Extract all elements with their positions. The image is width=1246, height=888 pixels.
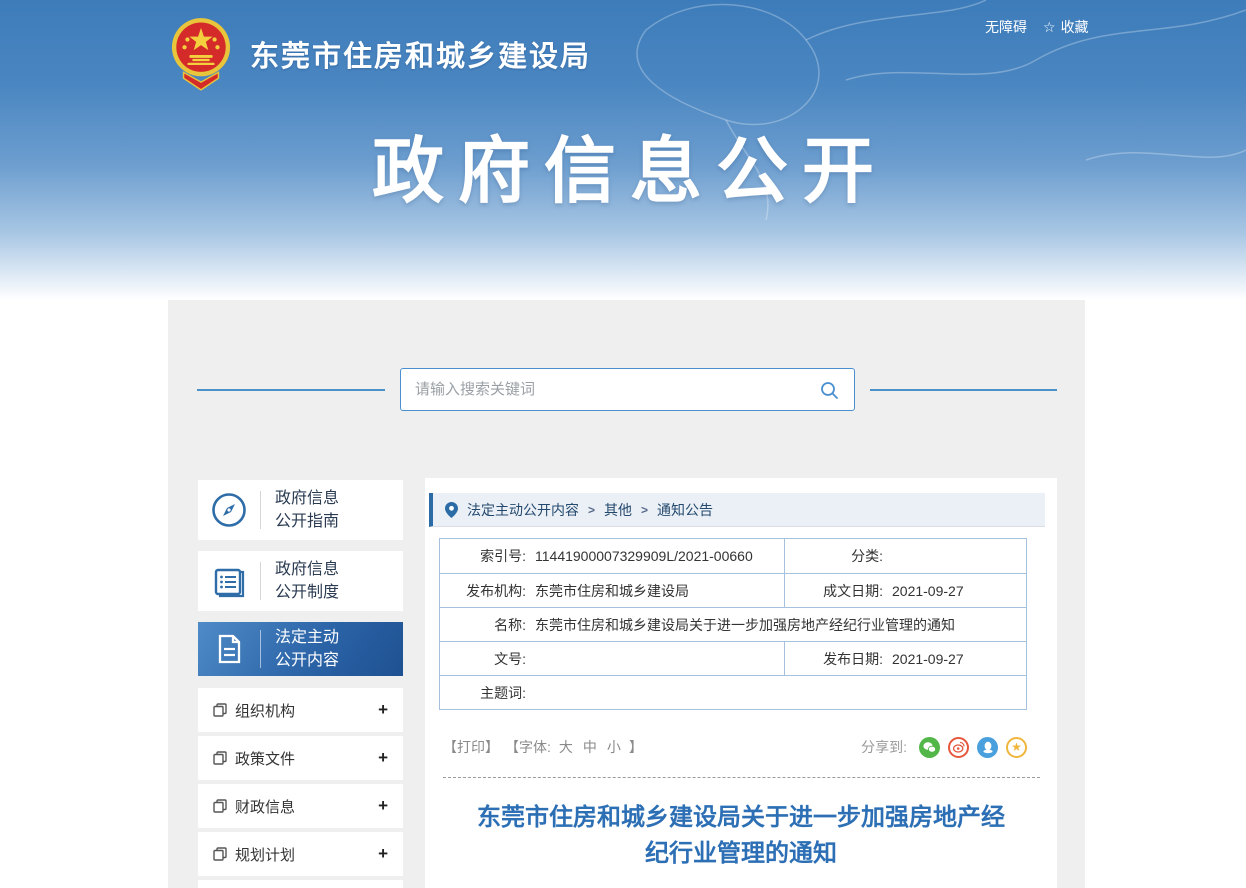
sidebar-item-disclosure-system[interactable]: 政府信息 公开制度 (198, 551, 403, 611)
search-divider-right (870, 389, 1057, 391)
index-number-value: 11441900007329909L/2021-00660 (535, 548, 753, 564)
site-title: 东莞市住房和城乡建设局 (250, 41, 592, 73)
share-label: 分享到: (861, 739, 907, 755)
subject-words-label: 主题词: (480, 684, 526, 701)
breadcrumb: 法定主动公开内容 > 其他 > 通知公告 (429, 493, 1045, 527)
banner-title: 政府信息公开 (371, 132, 888, 212)
sidebar-item-label: 公开指南 (275, 513, 340, 530)
pages-icon (213, 799, 227, 813)
page-header: 东莞市住房和城乡建设局 无障碍 ☆ 收藏 政府信息公开 (0, 0, 1246, 300)
sidebar-item-label: 政府信息 (275, 489, 340, 507)
sidebar-item-statutory-disclosure[interactable]: 法定主动 公开内容 (198, 622, 403, 676)
pages-icon (213, 847, 227, 861)
breadcrumb-item[interactable]: 其他 (604, 500, 632, 520)
divider (260, 491, 261, 529)
star-glyph: ★ (1011, 740, 1022, 754)
sidebar-item-label: 公开制度 (275, 584, 340, 601)
title-label: 名称: (494, 616, 526, 633)
breadcrumb-separator: > (641, 502, 649, 517)
header-utility-links: 无障碍 ☆ 收藏 (985, 17, 1089, 37)
sidebar-item-label: 公开内容 (275, 652, 340, 669)
search-input[interactable] (415, 381, 818, 398)
pages-icon (213, 703, 227, 717)
sidebar-item-policy-documents[interactable]: 政策文件 + (198, 736, 403, 780)
sidebar-item-clipped[interactable] (198, 880, 403, 888)
pages-icon (213, 751, 227, 765)
breadcrumb-item[interactable]: 法定主动公开内容 (467, 500, 579, 520)
sidebar-item-planning[interactable]: 规划计划 + (198, 832, 403, 876)
compass-icon (198, 491, 260, 529)
sidebar-sub-label: 规划计划 (235, 846, 296, 864)
national-emblem-logo (171, 18, 231, 91)
qzone-share-icon[interactable]: ★ (1006, 736, 1027, 758)
font-size-label: 【字体: (505, 739, 551, 755)
title-value: 东莞市住房和城乡建设局关于进一步加强房地产经纪行业管理的通知 (535, 616, 955, 633)
sidebar-sub-label: 政策文件 (235, 750, 296, 768)
table-row: 发布机构: 东莞市住房和城乡建设局 成文日期: 2021-09-27 (440, 573, 1026, 607)
location-pin-icon (445, 501, 458, 518)
doc-number-label: 文号: (494, 650, 526, 667)
font-size-label-close: 】 (628, 739, 643, 755)
divider (260, 630, 261, 668)
wechat-share-icon[interactable] (919, 736, 940, 758)
font-size-medium-button[interactable]: 中 (583, 737, 597, 757)
category-label: 分类: (851, 548, 883, 564)
table-row: 名称: 东莞市住房和城乡建设局关于进一步加强房地产经纪行业管理的通知 (440, 607, 1026, 641)
rules-book-icon (198, 562, 260, 600)
index-number-label: 索引号: (480, 548, 526, 564)
issuing-agency-value: 东莞市住房和城乡建设局 (535, 582, 689, 599)
divider (260, 562, 261, 600)
table-row: 索引号: 11441900007329909L/2021-00660 分类: (440, 539, 1026, 573)
search-icon[interactable] (818, 379, 840, 401)
favorite-star-icon: ☆ (1043, 18, 1056, 35)
favorite-link[interactable]: ☆ 收藏 (1043, 17, 1089, 37)
breadcrumb-item[interactable]: 通知公告 (657, 500, 713, 520)
dashed-divider (443, 777, 1040, 778)
article-title: 东莞市住房和城乡建设局关于进一步加强房地产经纪行业管理的通知 (477, 804, 1005, 867)
written-date-value: 2021-09-27 (892, 582, 964, 599)
qq-share-icon[interactable] (977, 736, 998, 758)
publish-date-value: 2021-09-27 (892, 650, 964, 667)
font-size-large-button[interactable]: 大 (559, 737, 573, 757)
sidebar-item-fiscal-info[interactable]: 财政信息 + (198, 784, 403, 828)
publish-date-label: 发布日期: (823, 650, 883, 667)
sidebar-sub-label: 财政信息 (235, 798, 296, 816)
font-size-small-button[interactable]: 小 (607, 737, 621, 757)
print-button[interactable]: 【打印】 (443, 737, 499, 757)
search-box (400, 368, 855, 411)
sidebar-item-organization[interactable]: 组织机构 + (198, 688, 403, 732)
article-toolbar: 【打印】 【字体: 大 中 小 】 分享到: ★ (443, 735, 1027, 759)
issuing-agency-label: 发布机构: (466, 582, 526, 599)
weibo-share-icon[interactable] (948, 736, 969, 758)
accessibility-link[interactable]: 无障碍 (985, 17, 1027, 37)
written-date-label: 成文日期: (823, 582, 883, 599)
document-icon (198, 632, 260, 666)
article-title-block: 东莞市住房和城乡建设局关于进一步加强房地产经纪行业管理的通知 (425, 800, 1057, 872)
expand-plus-icon[interactable]: + (378, 796, 388, 816)
sidebar-item-disclosure-guide[interactable]: 政府信息 公开指南 (198, 480, 403, 540)
expand-plus-icon[interactable]: + (378, 844, 388, 864)
breadcrumb-separator: > (588, 502, 596, 517)
search-divider-left (197, 389, 385, 391)
table-row: 文号: 发布日期: 2021-09-27 (440, 641, 1026, 675)
expand-plus-icon[interactable]: + (378, 748, 388, 768)
sidebar-item-label: 政府信息 (275, 560, 340, 578)
sidebar-item-label: 法定主动 (275, 628, 340, 646)
expand-plus-icon[interactable]: + (378, 700, 388, 720)
document-meta-table: 索引号: 11441900007329909L/2021-00660 分类: 发… (439, 538, 1027, 710)
sidebar-sub-label: 组织机构 (235, 702, 296, 720)
table-row: 主题词: (440, 675, 1026, 709)
